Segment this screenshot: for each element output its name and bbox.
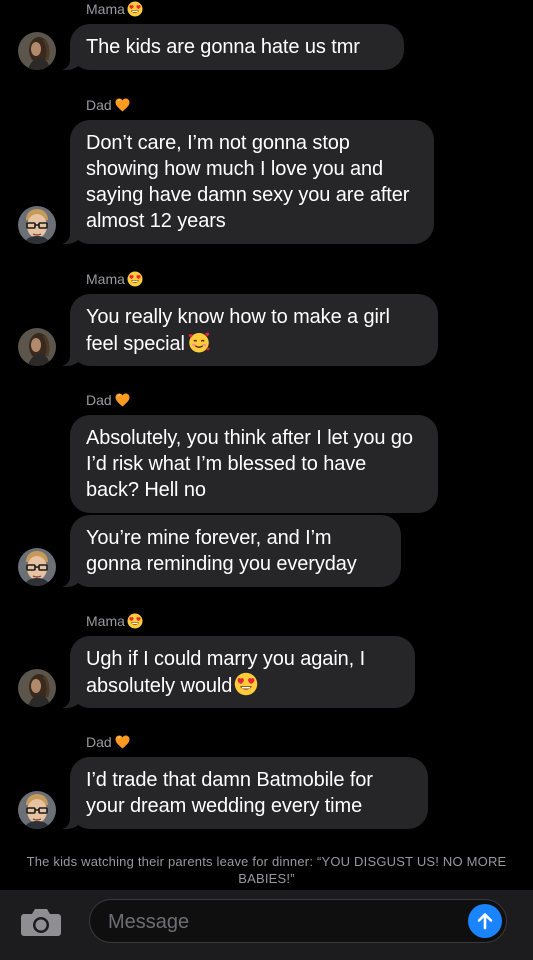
message-text: The kids are gonna hate us tmr <box>86 36 360 58</box>
sender-label: Dad <box>86 96 131 114</box>
message-input-container <box>89 899 507 944</box>
avatar[interactable] <box>18 669 56 707</box>
message-bubble[interactable]: Absolutely, you think after I let you go… <box>70 415 438 513</box>
heart-eyes-emoji-icon <box>127 1 143 17</box>
message-text: Ugh if I could marry you again, I absolu… <box>86 648 366 697</box>
message-text: I’d trade that damn Batmobile for your d… <box>86 769 373 817</box>
send-button[interactable] <box>468 904 502 938</box>
message-text: You really know how to make a girl feel … <box>86 306 390 355</box>
heart-eyes-emoji-icon <box>127 271 143 287</box>
sender-name: Mama <box>86 271 125 287</box>
orange-heart-emoji-icon <box>114 97 131 113</box>
sender-label: Dad <box>86 391 131 409</box>
sender-label: Mama <box>86 612 143 630</box>
smiling-face-with-hearts-emoji-icon <box>187 330 211 354</box>
camera-button[interactable] <box>20 906 62 938</box>
avatar[interactable] <box>18 791 56 829</box>
camera-icon <box>21 909 61 936</box>
composer-bar <box>0 890 533 960</box>
sender-name: Dad <box>86 97 112 113</box>
message-text: Absolutely, you think after I let you go… <box>86 427 413 501</box>
message-bubble[interactable]: Ugh if I could marry you again, I absolu… <box>60 636 415 708</box>
sender-name: Dad <box>86 392 112 408</box>
sender-label: Mama <box>86 270 143 288</box>
orange-heart-emoji-icon <box>114 392 131 408</box>
message-bubble[interactable]: You’re mine forever, and I’m gonna remin… <box>60 515 401 587</box>
message-text: Don’t care, I’m not gonna stop showing h… <box>86 132 410 232</box>
message-bubble[interactable]: I’d trade that damn Batmobile for your d… <box>60 757 428 829</box>
avatar[interactable] <box>18 32 56 70</box>
sender-label: Mama <box>86 0 143 18</box>
avatar[interactable] <box>18 328 56 366</box>
message-bubble[interactable]: The kids are gonna hate us tmr <box>60 24 404 70</box>
message-bubble[interactable]: You really know how to make a girl feel … <box>60 294 438 366</box>
meme-caption: The kids watching their parents leave fo… <box>26 854 507 886</box>
sender-label: Dad <box>86 733 131 751</box>
message-text: You’re mine forever, and I’m gonna remin… <box>86 527 357 575</box>
heart-eyes-emoji-icon <box>127 613 143 629</box>
sender-name: Dad <box>86 734 112 750</box>
avatar[interactable] <box>18 548 56 586</box>
avatar[interactable] <box>18 206 56 244</box>
message-bubble[interactable]: Don’t care, I’m not gonna stop showing h… <box>60 120 434 244</box>
sender-name: Mama <box>86 613 125 629</box>
orange-heart-emoji-icon <box>114 734 131 750</box>
sender-name: Mama <box>86 1 125 17</box>
heart-eyes-emoji-icon <box>234 672 258 696</box>
arrow-up-icon <box>477 913 493 930</box>
message-input[interactable] <box>106 900 460 944</box>
